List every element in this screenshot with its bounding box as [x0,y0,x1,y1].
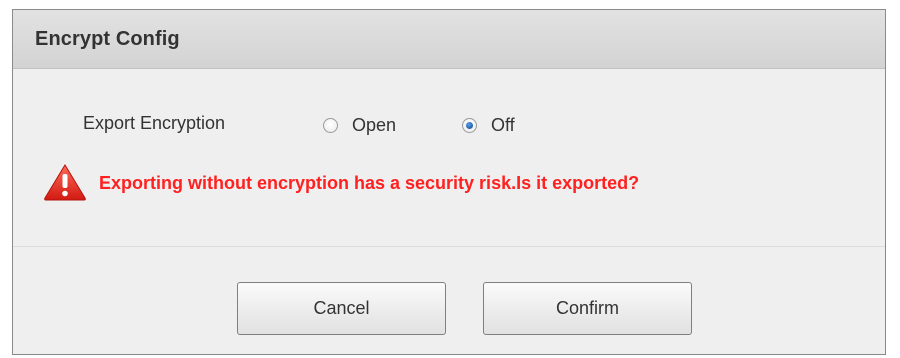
encrypt-config-dialog: Encrypt Config Export Encryption Open Of… [12,9,886,355]
dialog-titlebar: Encrypt Config [13,10,885,69]
confirm-button[interactable]: Confirm [483,282,692,335]
radio-off-button[interactable] [462,117,477,133]
warning-message: Exporting without encryption has a secur… [43,163,639,201]
radio-option-open[interactable]: Open [323,115,396,135]
radio-option-off[interactable]: Off [462,115,515,135]
warning-text: Exporting without encryption has a secur… [99,172,640,193]
warning-triangle-icon [44,164,86,201]
dialog-title: Encrypt Config [35,28,180,50]
dialog-content: Export Encryption Open Off Exporting wit… [13,69,885,247]
radio-open-label[interactable]: Open [352,115,396,136]
cancel-button[interactable]: Cancel [237,282,446,335]
export-encryption-label: Export Encryption [83,113,226,133]
radio-off-label[interactable]: Off [491,115,515,136]
radio-open-button[interactable] [323,117,338,133]
dialog-footer: Cancel Confirm [13,247,885,354]
